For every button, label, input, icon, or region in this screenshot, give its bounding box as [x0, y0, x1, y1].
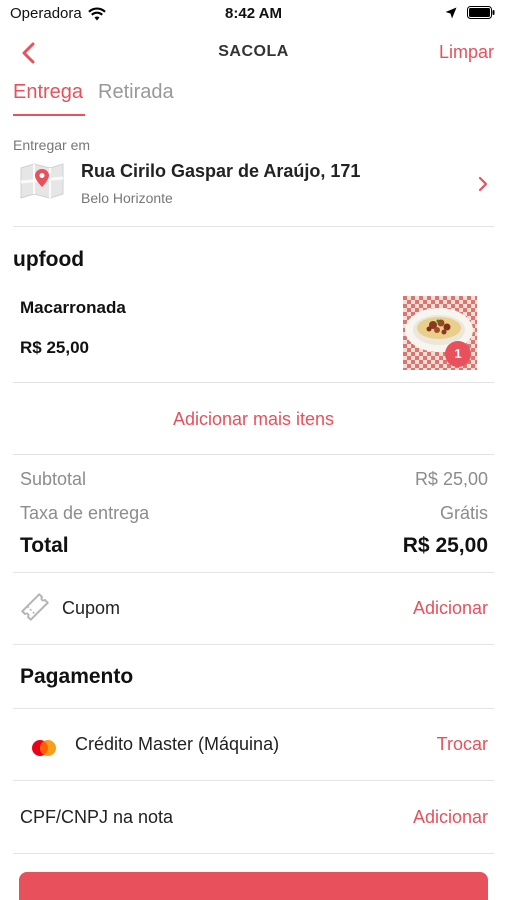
divider — [13, 644, 494, 645]
divider — [13, 780, 494, 781]
status-time: 8:42 AM — [225, 5, 282, 22]
mastercard-icon — [32, 740, 56, 756]
tax-id-label: CPF/CNPJ na nota — [20, 807, 174, 827]
item-price: R$ 25,00 — [20, 338, 89, 357]
tab-active-indicator — [13, 114, 85, 116]
location-arrow-icon — [445, 7, 457, 18]
ticket-icon — [21, 593, 49, 621]
coupon-label: Cupom — [62, 598, 121, 618]
change-payment-button[interactable]: Trocar — [437, 734, 488, 755]
divider — [13, 572, 494, 573]
payment-method-label: Crédito Master (Máquina) — [75, 734, 280, 754]
add-coupon-button[interactable]: Adicionar — [413, 598, 488, 619]
checkout-button[interactable] — [19, 872, 488, 900]
divider — [13, 454, 494, 455]
payment-title: Pagamento — [20, 665, 134, 688]
tab-delivery[interactable]: Entrega — [13, 81, 83, 104]
map-icon — [20, 163, 64, 199]
battery-icon — [467, 6, 495, 19]
delivery-fee-label: Taxa de entrega — [20, 503, 150, 523]
total-label: Total — [20, 534, 69, 557]
divider — [13, 382, 494, 383]
divider — [13, 853, 494, 854]
subtotal-value: R$ 25,00 — [414, 469, 488, 489]
add-more-items-button[interactable]: Adicionar mais itens — [0, 409, 507, 430]
add-tax-id-button[interactable]: Adicionar — [413, 807, 488, 828]
quantity-badge: 1 — [445, 341, 471, 367]
total-value: R$ 25,00 — [402, 534, 488, 557]
store-name: upfood — [13, 248, 85, 271]
divider — [13, 226, 494, 227]
delivery-fee-value: Grátis — [439, 503, 488, 523]
item-name: Macarronada — [20, 298, 126, 317]
status-right — [445, 6, 495, 19]
tab-pickup[interactable]: Retirada — [98, 81, 174, 104]
address-city: Belo Horizonte — [81, 190, 173, 206]
chevron-right-icon — [478, 176, 488, 192]
page-title: SACOLA — [218, 43, 289, 60]
clear-button[interactable]: Limpar — [439, 42, 494, 63]
subtotal-label: Subtotal — [20, 469, 87, 489]
address-text: Rua Cirilo Gaspar de Araújo, 171 — [81, 161, 361, 181]
divider — [13, 708, 494, 709]
deliver-to-label: Entregar em — [13, 137, 91, 153]
